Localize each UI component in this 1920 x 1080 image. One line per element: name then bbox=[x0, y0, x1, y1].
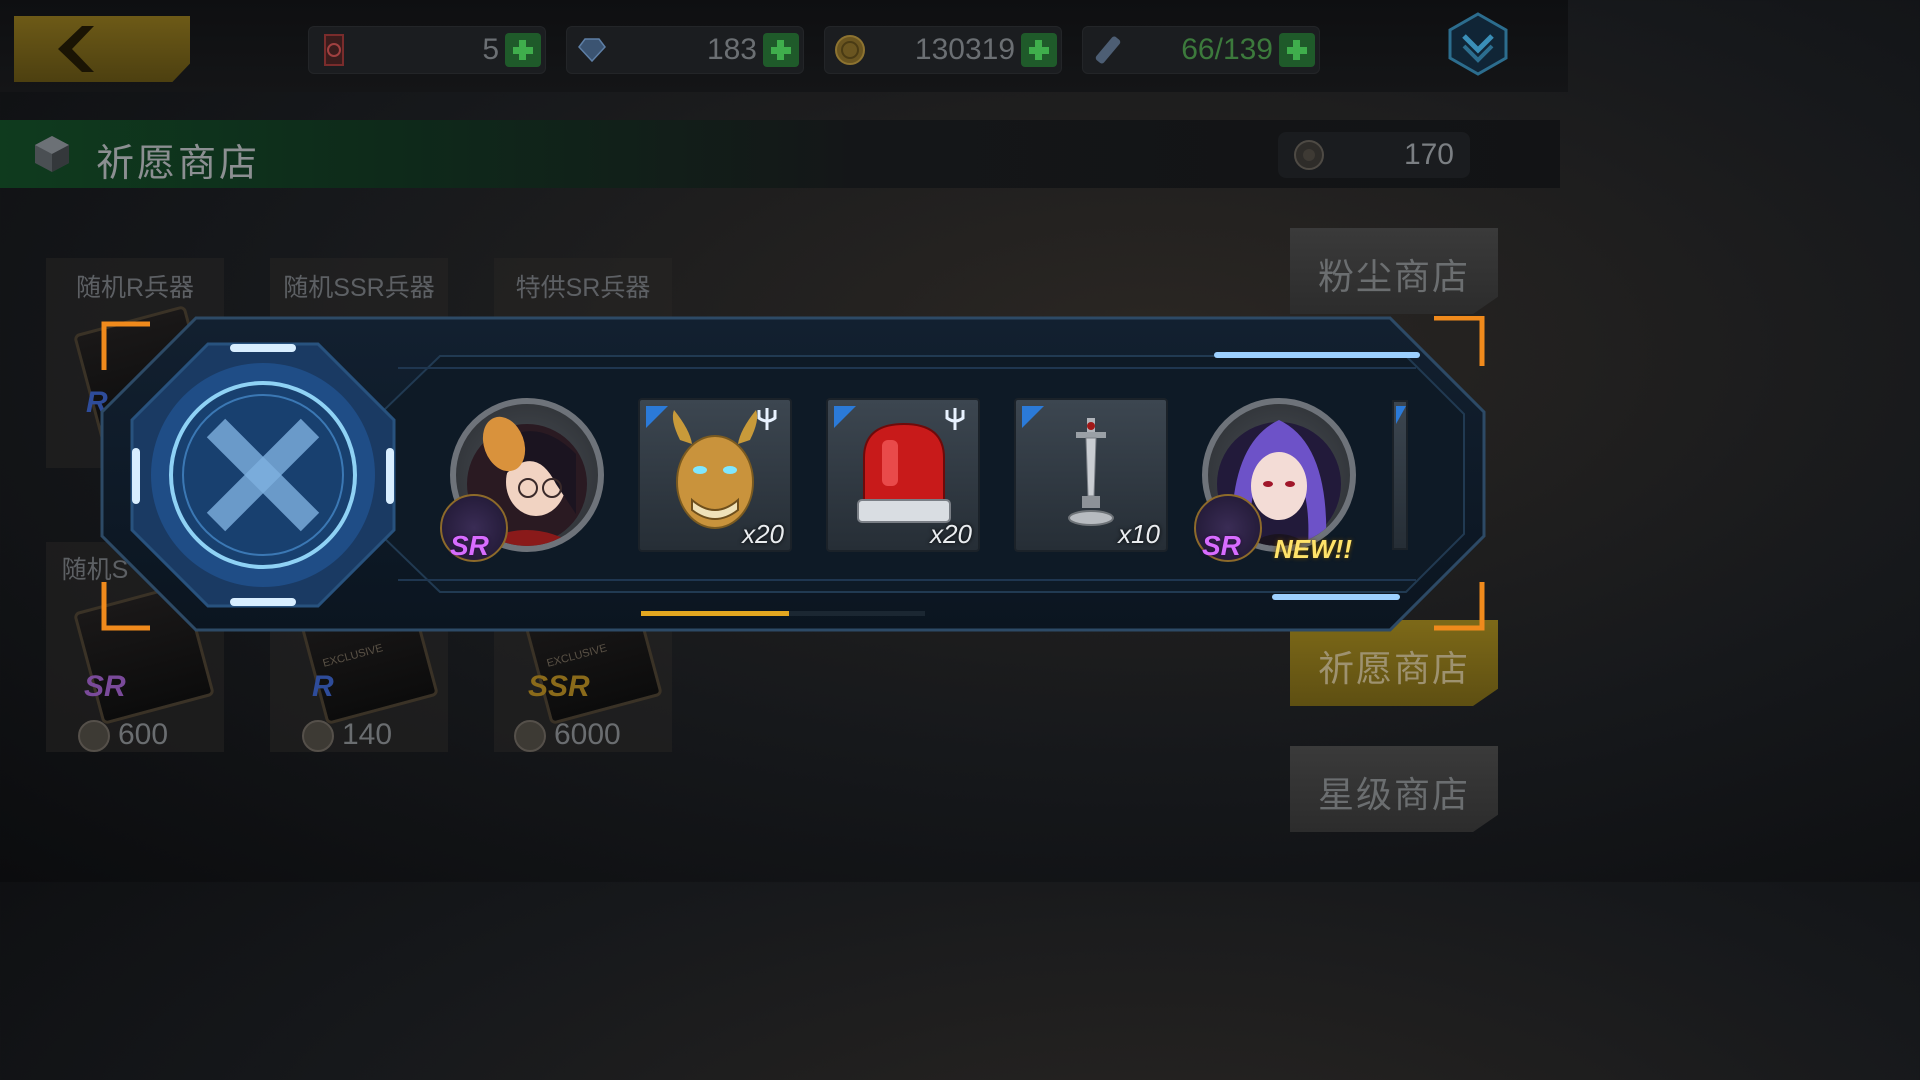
price-value: 6000 bbox=[554, 718, 621, 751]
rank-label: SR bbox=[84, 670, 126, 703]
rank-label: SSR bbox=[528, 670, 590, 703]
stamina-resource: 66/139 bbox=[1082, 26, 1320, 74]
tab-label: 粉尘商店 bbox=[1317, 256, 1470, 297]
tab-dust-shop[interactable]: 粉尘商店 bbox=[1290, 228, 1498, 314]
shop-item-label: 特供SR兵器 bbox=[515, 274, 651, 302]
shop-item-label: 随机R兵器 bbox=[75, 274, 195, 302]
add-diamond-button[interactable] bbox=[763, 33, 799, 67]
coin-icon bbox=[302, 720, 334, 753]
wish-currency-value: 170 bbox=[1403, 138, 1454, 171]
tab-label: 祈愿商店 bbox=[1317, 648, 1470, 689]
gold-count: 130319 bbox=[914, 33, 1015, 66]
price-tag: 600 bbox=[78, 718, 169, 753]
add-gold-button[interactable] bbox=[1021, 33, 1057, 67]
cube-icon bbox=[35, 136, 69, 172]
menu-dropdown-icon[interactable] bbox=[1446, 12, 1510, 76]
price-tag: 6000 bbox=[514, 718, 621, 753]
add-stamina-button[interactable] bbox=[1279, 33, 1315, 67]
reward-scroll-thumb[interactable] bbox=[641, 611, 789, 616]
wish-coin-icon bbox=[1294, 140, 1324, 170]
add-ticket-button[interactable] bbox=[505, 33, 541, 67]
reward-quantity: x10 bbox=[1118, 519, 1160, 549]
diamond-resource: 183 bbox=[566, 26, 804, 74]
reward-scroll-bar[interactable] bbox=[641, 611, 925, 616]
price-tag: 140 bbox=[302, 718, 393, 753]
shop-item-label: 随机SSR兵器 bbox=[283, 274, 435, 302]
next-reward-tile-partial[interactable] bbox=[1392, 400, 1408, 550]
new-badge: NEW!! bbox=[1274, 534, 1352, 564]
diamond-icon bbox=[578, 38, 606, 63]
diamond-count: 183 bbox=[706, 33, 757, 66]
ticket-count: 5 bbox=[482, 33, 499, 66]
back-button[interactable] bbox=[14, 16, 190, 82]
price-value: 140 bbox=[342, 718, 393, 751]
chevron-left-icon bbox=[58, 26, 94, 72]
wish-emblem-icon bbox=[130, 342, 396, 608]
stamina-vial-icon bbox=[1095, 36, 1121, 64]
wish-currency-display: 170 bbox=[1278, 132, 1470, 178]
reward-item-oni-mask[interactable]: x20 bbox=[638, 398, 792, 552]
sr-rarity-label: SR bbox=[1202, 530, 1241, 561]
price-value: 600 bbox=[118, 718, 169, 751]
gold-coin-icon bbox=[835, 35, 865, 65]
sr-rarity-label: SR bbox=[450, 530, 489, 561]
gold-resource: 130319 bbox=[824, 26, 1062, 74]
ticket-resource: 5 bbox=[308, 26, 546, 74]
reward-item-sword-trophy[interactable]: x10 bbox=[1014, 398, 1168, 552]
reward-item-red-siren[interactable]: x20 bbox=[826, 398, 980, 552]
ticket-icon bbox=[324, 34, 344, 66]
rank-label: R bbox=[312, 670, 334, 703]
tab-star-shop[interactable]: 星级商店 bbox=[1290, 746, 1498, 832]
coin-icon bbox=[78, 720, 110, 753]
page-title: 祈愿商店 bbox=[96, 143, 261, 185]
tab-wish-shop[interactable]: 祈愿商店 bbox=[1290, 620, 1498, 706]
top-bar: 5 183 130319 66/139 bbox=[0, 0, 1568, 92]
reward-quantity: x20 bbox=[930, 519, 972, 549]
corner-marker bbox=[1396, 406, 1406, 424]
stamina-count: 66/139 bbox=[1181, 33, 1273, 66]
coin-icon bbox=[514, 720, 546, 753]
reward-quantity: x20 bbox=[742, 519, 784, 549]
tab-label: 星级商店 bbox=[1317, 774, 1470, 815]
